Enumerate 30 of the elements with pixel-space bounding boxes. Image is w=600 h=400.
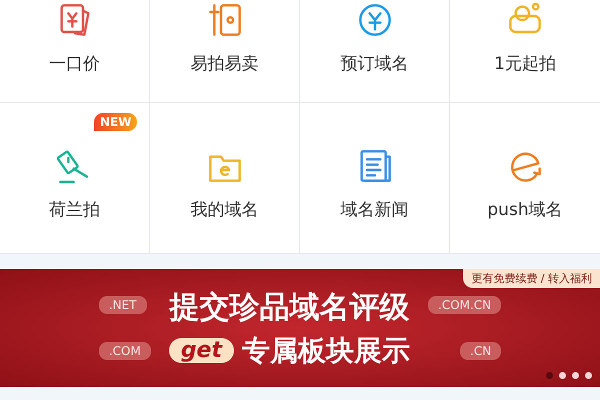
get-tag: get xyxy=(168,338,234,363)
shortcut-label: 1元起拍 xyxy=(494,53,556,75)
shortcut-label: 我的域名 xyxy=(190,198,258,220)
shortcut-tile[interactable]: 易拍易卖 xyxy=(150,0,300,103)
domain-tag: .CN xyxy=(460,342,502,360)
promo-note: 更有免费续费 / 转入福利 xyxy=(463,269,600,288)
promo-headline: 提交珍品域名评级 xyxy=(169,288,410,326)
shortcut-tile[interactable]: 一口价 xyxy=(0,0,150,103)
carousel-dot[interactable] xyxy=(546,372,553,379)
carousel-dot[interactable] xyxy=(559,372,566,379)
shortcut-tile[interactable]: push域名 xyxy=(450,103,600,254)
shortcut-label: push域名 xyxy=(487,198,563,220)
shortcut-tile[interactable]: 1元起拍 xyxy=(450,0,600,103)
domain-tag: .COM.CN xyxy=(428,296,502,314)
shortcut-label: 荷兰拍 xyxy=(49,198,100,220)
carousel-dot[interactable] xyxy=(585,372,592,379)
carousel-dot[interactable] xyxy=(572,372,579,379)
shortcut-label: 预订域名 xyxy=(340,53,408,75)
new-badge: NEW xyxy=(94,113,138,131)
shortcut-tile[interactable]: 我的域名 xyxy=(150,103,300,254)
shortcut-label: 域名新闻 xyxy=(340,198,408,220)
shortcut-label: 易拍易卖 xyxy=(190,53,258,75)
shortcut-tile[interactable]: NEW 荷兰拍 xyxy=(0,103,150,254)
promo-subline: 专属板块展示 xyxy=(242,332,410,368)
promo-banner[interactable]: 更有免费续费 / 转入福利 .NET .COM 提交珍品域名评级 get 专属板块展示 .COM.CN .CN xyxy=(0,269,600,387)
shortcut-label: 一口价 xyxy=(49,53,100,75)
domain-tag: .NET xyxy=(98,296,147,314)
shortcut-tile[interactable]: 域名新闻 xyxy=(300,103,450,254)
shortcut-tile[interactable]: 预订域名 xyxy=(300,0,450,103)
domain-tag: .COM xyxy=(98,342,151,360)
